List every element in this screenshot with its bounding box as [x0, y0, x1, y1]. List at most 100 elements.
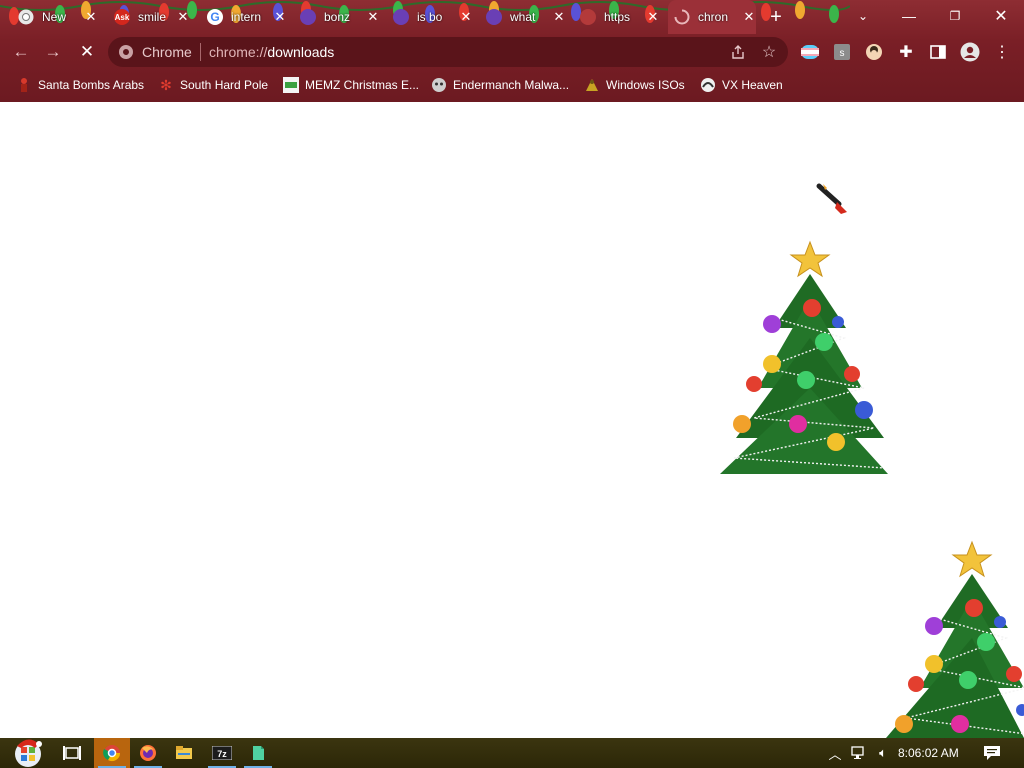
taskbar-file-explorer[interactable]	[166, 738, 202, 768]
taskbar-app[interactable]	[240, 738, 276, 768]
tab-title: smile	[138, 10, 167, 24]
start-button[interactable]	[8, 738, 48, 768]
forward-button[interactable]: →	[40, 39, 66, 65]
close-tab-icon[interactable]: ✕	[273, 9, 287, 25]
tab-title: https	[604, 10, 631, 24]
firefox-icon	[140, 745, 156, 761]
tab-new-tab[interactable]: New ✕	[18, 0, 98, 34]
bookmark-label: MEMZ Christmas E...	[305, 78, 420, 92]
taskbar-chrome[interactable]	[94, 738, 130, 768]
windows-iso-icon	[584, 77, 600, 93]
loading-spinner-icon	[674, 9, 690, 25]
bookmark-endermanch-malware[interactable]: Endermanch Malwa...	[431, 75, 569, 95]
paintbrush-cursor-icon	[816, 183, 847, 214]
chrome-icon	[119, 45, 133, 59]
bookmark-star-icon[interactable]: ☆	[759, 42, 779, 62]
taskbar-firefox[interactable]	[130, 738, 166, 768]
bookmark-santa-bombs-arabs[interactable]: Santa Bombs Arabs	[16, 75, 144, 95]
chrome-icon	[18, 9, 34, 25]
close-tab-icon[interactable]: ✕	[84, 9, 98, 25]
tab-https[interactable]: https ✕	[580, 0, 660, 34]
close-tab-icon[interactable]: ✕	[366, 9, 380, 25]
profile-avatar-icon[interactable]	[960, 42, 980, 62]
vx-heaven-icon	[700, 77, 716, 93]
close-icon: ✕	[994, 8, 1008, 25]
more-menu-icon[interactable]: ⋮	[992, 42, 1012, 62]
bookmark-label: VX Heaven	[722, 78, 783, 92]
clock-time[interactable]: 8:06:02 AM	[898, 746, 959, 760]
tab-search-button[interactable]: ⌄	[840, 0, 886, 32]
page-icon	[580, 9, 596, 25]
tab-title: what	[510, 10, 536, 24]
stop-button[interactable]: ✕	[74, 39, 100, 65]
bookmark-label: Endermanch Malwa...	[453, 78, 570, 92]
close-tab-icon[interactable]: ✕	[742, 9, 756, 25]
close-tab-icon[interactable]: ✕	[646, 9, 660, 25]
address-bar[interactable]: Chrome chrome://downloads ☆	[108, 37, 788, 67]
bonzi-icon	[393, 9, 409, 25]
tab-title: chron	[698, 10, 729, 24]
omnibox-separator	[200, 43, 201, 61]
restore-icon: ❐	[949, 9, 961, 23]
restore-button[interactable]: ❐	[932, 0, 978, 32]
tab-google[interactable]: G intern ✕	[207, 0, 287, 34]
url-text[interactable]: chrome://downloads	[209, 44, 334, 60]
notification-icon[interactable]	[982, 745, 1002, 761]
bonzi-icon	[300, 9, 316, 25]
chrome-icon	[103, 745, 121, 762]
tab-what[interactable]: what ✕	[486, 0, 566, 34]
tab-downloads[interactable]: chron ✕	[668, 0, 756, 34]
minimize-icon: —	[902, 8, 916, 24]
close-icon: ✕	[79, 42, 95, 61]
browser-frame: New ✕ Ask smile ✕ G intern ✕ bonz ✕ is b…	[0, 0, 1024, 102]
bookmark-south-hard-pole[interactable]: ✻ South Hard Pole	[158, 75, 268, 95]
tab-title: New	[42, 10, 67, 24]
christmas-tree-decoration	[720, 240, 888, 474]
extension-flag-icon[interactable]	[800, 42, 820, 62]
page-content	[0, 102, 1024, 738]
folder-icon	[176, 746, 192, 759]
tab-smile[interactable]: Ask smile ✕	[114, 0, 190, 34]
svg-text:7z: 7z	[217, 749, 227, 759]
new-tab-button[interactable]: +	[765, 6, 787, 28]
browser-window: New ✕ Ask smile ✕ G intern ✕ bonz ✕ is b…	[0, 0, 1024, 768]
extensions-puzzle-icon[interactable]: ✚	[896, 42, 916, 62]
bookmark-label: Santa Bombs Arabs	[38, 78, 145, 92]
tab-bonzi[interactable]: bonz ✕	[300, 0, 380, 34]
google-icon: G	[207, 9, 223, 25]
extension-avatar-icon[interactable]	[864, 42, 884, 62]
document-icon	[253, 746, 264, 760]
close-tab-icon[interactable]: ✕	[552, 9, 566, 25]
bonzi-icon	[486, 9, 502, 25]
extension-s-icon[interactable]: s	[832, 42, 852, 62]
taskbar-7zip[interactable]: 7z	[204, 738, 240, 768]
omnibox-chip-label: Chrome	[142, 44, 192, 60]
close-tab-icon[interactable]: ✕	[459, 9, 473, 25]
network-icon[interactable]	[850, 745, 868, 761]
chevron-down-icon: ⌄	[857, 9, 869, 23]
tab-title: bonz	[324, 10, 351, 24]
tab-strip: New ✕ Ask smile ✕ G intern ✕ bonz ✕ is b…	[0, 0, 1024, 34]
side-panel-icon[interactable]	[928, 42, 948, 62]
chevron-up-icon[interactable]: ︿	[826, 745, 844, 762]
arrow-left-icon: ←	[12, 42, 30, 61]
tab-title: intern	[231, 10, 262, 24]
url-scheme: chrome://	[209, 44, 268, 60]
back-button[interactable]: ←	[8, 39, 34, 65]
bookmark-memz-christmas[interactable]: MEMZ Christmas E...	[283, 75, 419, 95]
bookmark-label: South Hard Pole	[180, 78, 269, 92]
bookmark-label: Windows ISOs	[606, 78, 685, 92]
minimize-button[interactable]: —	[886, 0, 932, 32]
tab-is-bonzi[interactable]: is bo ✕	[393, 0, 473, 34]
taskbar: 7z ︿ 🔈︎ 8:06:02 AM	[0, 738, 1024, 768]
close-window-button[interactable]: ✕	[978, 0, 1024, 32]
url-host: downloads	[267, 44, 335, 60]
close-tab-icon[interactable]: ✕	[176, 9, 190, 25]
share-icon[interactable]	[728, 42, 748, 62]
volume-icon[interactable]: 🔈︎	[874, 745, 892, 761]
bookmark-vx-heaven[interactable]: VX Heaven	[700, 75, 783, 95]
tab-title: is bo	[417, 10, 443, 24]
task-view-button[interactable]	[54, 738, 90, 768]
snowflake-icon: ✻	[160, 76, 172, 93]
bookmark-windows-isos[interactable]: Windows ISOs	[584, 75, 685, 95]
